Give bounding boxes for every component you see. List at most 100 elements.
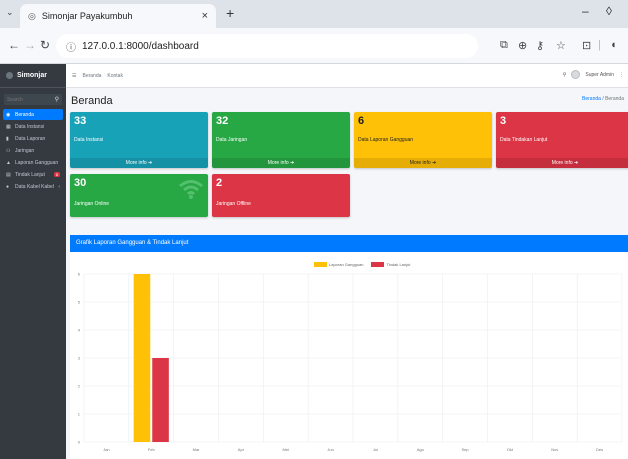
circle-icon: ● [6,183,10,190]
bar-tindak-lanjut [152,358,169,442]
y-tick-label: 4 [78,328,81,333]
file-icon: ▮ [6,135,9,142]
chart-card: Grafik Laporan Gangguan & Tindak Lanjut … [70,235,628,459]
nav-link-beranda[interactable]: Beranda [82,73,101,79]
status-value: 30 [74,177,87,189]
sidebar-item-label: Laporan Gangguan [15,159,59,166]
browser-tab-strip: ⌄ ◎ Simonjar Payakumbuh × + – ◊ [0,0,628,28]
extensions-icon[interactable]: ⊡ [582,39,591,52]
brand-link[interactable]: Simonjar [0,64,66,88]
x-tick-label: Mar [193,447,201,452]
more-info-link[interactable]: More info ➜ [354,158,492,168]
arrow-circle-right-icon: ➜ [432,160,437,166]
tab-title: Simonjar Payakumbuh [41,11,133,21]
sidebar-item-laporan-gangguan[interactable]: ▲ Laporan Gangguan [3,157,63,168]
status-label: Jaringan Online [74,201,110,207]
browser-tab[interactable]: ◎ Simonjar Payakumbuh × [20,4,216,28]
chevron-left-icon: ‹ [58,183,60,190]
sidebar-item-data-laporan[interactable]: ▮ Data Laporan [3,133,63,144]
divider: | [598,39,601,51]
more-info-link[interactable]: More info ➜ [212,158,350,168]
sidebar-item-label: Tindak Lanjut [15,171,45,178]
sidebar-item-data-kabel[interactable]: ● Data Kabel Kabel ‹ [3,181,63,192]
zoom-icon[interactable]: ⊕ [518,39,527,52]
globe-icon: ◎ [28,10,36,21]
arrow-circle-right-icon: ➜ [290,160,295,166]
more-info-label: More info [267,160,289,166]
restore-icon[interactable]: ◊ [606,4,612,18]
list-icon: ▤ [6,171,11,178]
bar-laporan-gangguan [133,274,151,442]
sidebar-item-label: Data Instansi [15,123,45,130]
url-text: 127.0.0.1:8000/dashboard [82,40,199,52]
network-icon: ⚇ [6,147,11,154]
hamburger-menu-icon[interactable]: ☰ [72,73,76,79]
avatar[interactable] [571,70,581,79]
x-tick-label: Sep [462,447,470,452]
more-info-label: More info [409,160,431,166]
search-icon[interactable]: ⚲ [55,96,59,103]
top-navbar: ☰ Beranda Kontak ⚲ Super Admin ⋮ [66,64,628,88]
breadcrumb-current: Beranda [605,96,624,102]
new-tab-icon[interactable]: + [226,5,234,21]
x-tick-label: Feb [148,447,156,452]
y-tick-label: 6 [78,272,81,277]
info-icon[interactable]: ⓘ [66,39,76,54]
chart-card-title: Grafik Laporan Gangguan & Tindak Lanjut [70,235,628,252]
search-icon[interactable]: ⚲ [563,72,567,78]
sidebar-item-beranda[interactable]: ◉ Beranda [3,109,63,120]
more-info-label: More info [551,160,573,166]
stat-value: 33 [74,115,87,127]
y-tick-label: 1 [78,412,81,417]
sidebar-item-jaringan[interactable]: ⚇ Jaringan [3,145,63,156]
more-vertical-icon[interactable]: ⋮ [619,72,624,78]
translate-icon[interactable]: ⧉ [500,39,508,52]
minimize-icon[interactable]: – [582,4,589,18]
x-tick-label: Jan [103,447,109,452]
arrow-circle-right-icon: ➜ [148,160,153,166]
tab-close-icon[interactable]: × [202,10,208,22]
nav-link-kontak[interactable]: Kontak [107,73,123,79]
address-bar[interactable]: ⓘ 127.0.0.1:8000/dashboard [56,34,478,58]
sidebar-item-data-instansi[interactable]: ▦ Data Instansi [3,121,63,132]
status-box-online: 30 Jaringan Online [70,174,208,217]
x-tick-label: Nov [551,447,558,452]
address-bar-row: ← → ↻ ⓘ 127.0.0.1:8000/dashboard ⧉ ⊕ ⚷ ☆… [0,28,628,64]
breadcrumb: Beranda / Beranda [582,96,624,102]
sidebar-search: ⚲ [4,94,62,105]
profile-icon[interactable]: ◖ [610,39,617,51]
sidebar-item-label: Beranda [15,111,34,118]
reload-icon[interactable]: ↻ [40,38,50,52]
user-name: Super Admin [585,71,614,78]
brand-name: Simonjar [17,72,47,79]
bookmark-star-icon[interactable]: ☆ [556,39,566,52]
breadcrumb-link-beranda[interactable]: Beranda [582,96,601,102]
dashboard-icon: ◉ [6,111,11,118]
user-menu[interactable]: ⚲ Super Admin ⋮ [563,70,624,79]
y-tick-label: 0 [78,440,81,445]
warning-icon: ▲ [6,159,11,166]
stat-box-tindak-lanjut: 3 Data Tindakan Lanjut More info ➜ [496,112,628,168]
sidebar-search-input[interactable] [7,96,51,103]
stat-box-jaringan: 32 Data Jaringan More info ➜ [212,112,350,168]
brand-logo-icon [6,72,13,79]
tab-search-chevron-icon[interactable]: ⌄ [6,7,14,18]
status-box-offline: 2 Jaringan Offline [212,174,350,217]
status-value: 2 [216,177,223,189]
sidebar-item-label: Data Laporan [15,135,46,142]
back-icon[interactable]: ← [8,38,20,52]
sidebar-item-tindak-lanjut[interactable]: ▤ Tindak Lanjut 6 [3,169,63,180]
stat-value: 32 [216,115,229,127]
stat-value: 6 [358,115,365,127]
x-tick-label: Jul [373,447,378,452]
stat-label: Data Instansi [74,137,104,143]
x-tick-label: Des [596,447,603,452]
sidebar: Simonjar ⚲ ◉ Beranda ▦ Data Instansi ▮ D… [0,64,66,459]
main-content: Beranda Beranda / Beranda 33 Data Instan… [66,88,628,459]
bar-chart: 0 1 2 3 4 5 6 Jan Feb Mar Apr Mei Jun Jul Agu Sep Okt Nov… [78,272,623,452]
forward-icon[interactable]: → [24,38,36,52]
more-info-link[interactable]: More info ➜ [70,158,208,168]
password-key-icon[interactable]: ⚷ [536,39,544,52]
more-info-link[interactable]: More info ➜ [496,158,628,168]
sidebar-item-label: Data Kabel Kabel [15,183,54,190]
